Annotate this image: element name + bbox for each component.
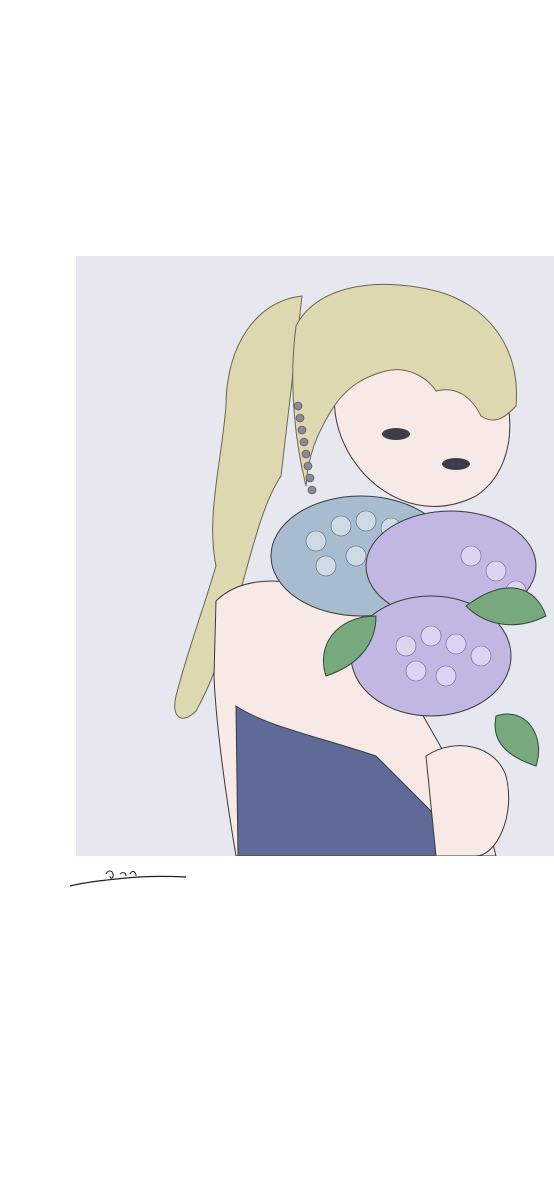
left-eye bbox=[382, 428, 410, 440]
hand bbox=[425, 745, 510, 856]
illustration bbox=[174, 283, 547, 856]
right-eye bbox=[442, 458, 470, 470]
artist-signature bbox=[69, 870, 187, 887]
artwork-panel bbox=[76, 256, 554, 856]
